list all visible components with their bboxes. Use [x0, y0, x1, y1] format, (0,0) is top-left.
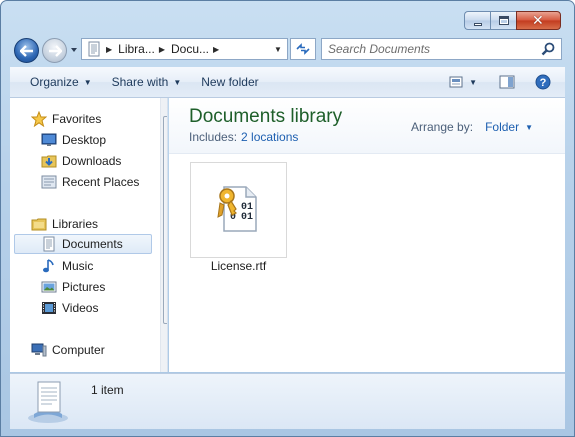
details-pane: 1 item: [10, 373, 565, 429]
scroll-down-icon[interactable]: ▼: [161, 356, 167, 372]
desktop-icon: [41, 133, 57, 146]
change-view-button[interactable]: [443, 67, 469, 98]
organize-label: Organize: [30, 75, 79, 89]
search-icon[interactable]: [540, 41, 556, 57]
videos-filmstrip-icon: [42, 302, 56, 314]
chevron-down-icon[interactable]: ▼: [525, 123, 533, 132]
library-title: Documents library: [189, 106, 343, 127]
nav-item-label: Recent Places: [62, 175, 140, 189]
library-header: Documents library Includes: 2 locations A…: [169, 98, 565, 154]
forward-arrow-icon: [48, 44, 62, 57]
minimize-button[interactable]: [464, 11, 490, 30]
locations-link[interactable]: 2 locations: [241, 130, 298, 144]
view-controls: ▼ ?: [443, 67, 565, 98]
library-documents-large-icon: [28, 381, 68, 423]
nav-item-recent-places[interactable]: Recent Places: [41, 172, 139, 192]
library-document-icon: [88, 41, 100, 57]
includes-label: Includes:: [189, 130, 238, 144]
preview-pane-button[interactable]: [493, 67, 521, 98]
maximize-icon: [499, 16, 509, 25]
libraries-folder-icon: [31, 218, 47, 231]
computer-icon: [31, 343, 47, 357]
breadcrumb-libraries[interactable]: Libra...: [118, 39, 155, 59]
nav-item-label: Pictures: [62, 280, 106, 294]
search-input[interactable]: [328, 42, 538, 56]
file-list-pane: Documents library Includes: 2 locations A…: [169, 98, 565, 372]
nav-item-music[interactable]: Music: [41, 256, 93, 276]
minimize-icon: [474, 23, 482, 26]
grip-icon: [167, 215, 168, 223]
refresh-button[interactable]: [290, 38, 316, 60]
maximize-button[interactable]: [490, 11, 516, 30]
address-dropdown-icon[interactable]: ▼: [269, 39, 287, 59]
recent-pages-dropdown-icon[interactable]: [69, 45, 79, 55]
back-arrow-icon: [19, 44, 33, 57]
help-button[interactable]: ?: [529, 67, 557, 98]
nav-item-label: Music: [62, 259, 94, 273]
nav-item-videos[interactable]: Videos: [41, 298, 98, 318]
pictures-icon: [41, 281, 57, 293]
nav-item-downloads[interactable]: Downloads: [41, 151, 121, 171]
forward-button[interactable]: [42, 38, 67, 63]
preview-pane-icon: [499, 75, 515, 89]
chevron-down-icon: ▼: [83, 77, 92, 87]
star-icon: [31, 111, 47, 127]
nav-item-label: Videos: [62, 301, 99, 315]
recent-places-icon: [41, 175, 57, 189]
nav-item-label: Libraries: [52, 217, 99, 231]
file-name[interactable]: License.rtf: [190, 259, 287, 273]
organize-button[interactable]: Organize ▼: [20, 67, 102, 98]
rtf-document-icon: 01 0 01: [217, 186, 257, 232]
more-views-dropdown[interactable]: ▼: [469, 67, 483, 98]
nav-item-label: Downloads: [62, 154, 122, 168]
chevron-down-icon: ▼: [173, 77, 182, 87]
navigation-scrollbar[interactable]: ▲ ▼: [160, 98, 168, 372]
downloads-folder-icon: [41, 155, 57, 168]
nav-item-documents[interactable]: Documents: [14, 234, 152, 254]
svg-text:?: ?: [540, 77, 547, 89]
arrange-by-value[interactable]: Folder: [485, 120, 519, 134]
share-with-button[interactable]: Share with ▼: [102, 67, 192, 98]
new-folder-label: New folder: [201, 75, 259, 89]
close-icon: ✕: [532, 12, 544, 28]
nav-item-computer[interactable]: Computer: [31, 340, 105, 360]
nav-item-desktop[interactable]: Desktop: [41, 130, 106, 150]
item-count: 1 item: [91, 383, 124, 397]
view-icon: [449, 76, 463, 88]
nav-item-libraries[interactable]: Libraries: [31, 214, 98, 234]
explorer-window: ✕ ▶ Libra... ▶ Docu... ▶ ▼ Search Docume…: [0, 0, 575, 437]
help-icon: ?: [535, 74, 551, 90]
svg-text:01: 01: [241, 212, 253, 223]
documents-icon: [43, 236, 55, 252]
arrange-by-label: Arrange by:: [411, 120, 474, 134]
share-with-label: Share with: [111, 75, 169, 89]
breadcrumb-documents[interactable]: Docu...: [171, 39, 209, 59]
library-includes: Includes: 2 locations: [189, 130, 298, 144]
music-note-icon: [43, 259, 54, 273]
nav-item-label: Favorites: [52, 112, 102, 126]
close-button[interactable]: ✕: [516, 11, 561, 30]
address-bar[interactable]: ▶ Libra... ▶ Docu... ▶ ▼: [81, 38, 288, 60]
scroll-up-icon[interactable]: ▲: [161, 98, 167, 114]
refresh-icon: [296, 43, 310, 55]
chevron-down-icon: ▼: [469, 77, 477, 87]
scrollbar-thumb[interactable]: [163, 116, 168, 324]
search-box[interactable]: [321, 38, 562, 60]
caption-buttons: ✕: [464, 11, 561, 30]
arrange-by: Arrange by: Folder ▼: [411, 120, 533, 134]
breadcrumb-separator-icon[interactable]: ▶: [159, 45, 165, 54]
breadcrumb-separator-icon[interactable]: ▶: [106, 45, 112, 54]
back-button[interactable]: [14, 38, 39, 63]
nav-item-label: Documents: [62, 237, 123, 251]
nav-item-label: Computer: [52, 343, 105, 357]
breadcrumb-separator-icon[interactable]: ▶: [213, 45, 219, 54]
navigation-pane: Favorites Desktop Downloads Recent Place…: [10, 98, 168, 372]
file-item[interactable]: 01 0 01: [190, 162, 287, 258]
command-bar: Organize ▼ Share with ▼ New folder ▼ ?: [10, 67, 565, 98]
nav-item-label: Desktop: [62, 133, 107, 147]
new-folder-button[interactable]: New folder: [191, 67, 268, 98]
nav-item-favorites[interactable]: Favorites: [31, 109, 101, 129]
nav-item-pictures[interactable]: Pictures: [41, 277, 105, 297]
